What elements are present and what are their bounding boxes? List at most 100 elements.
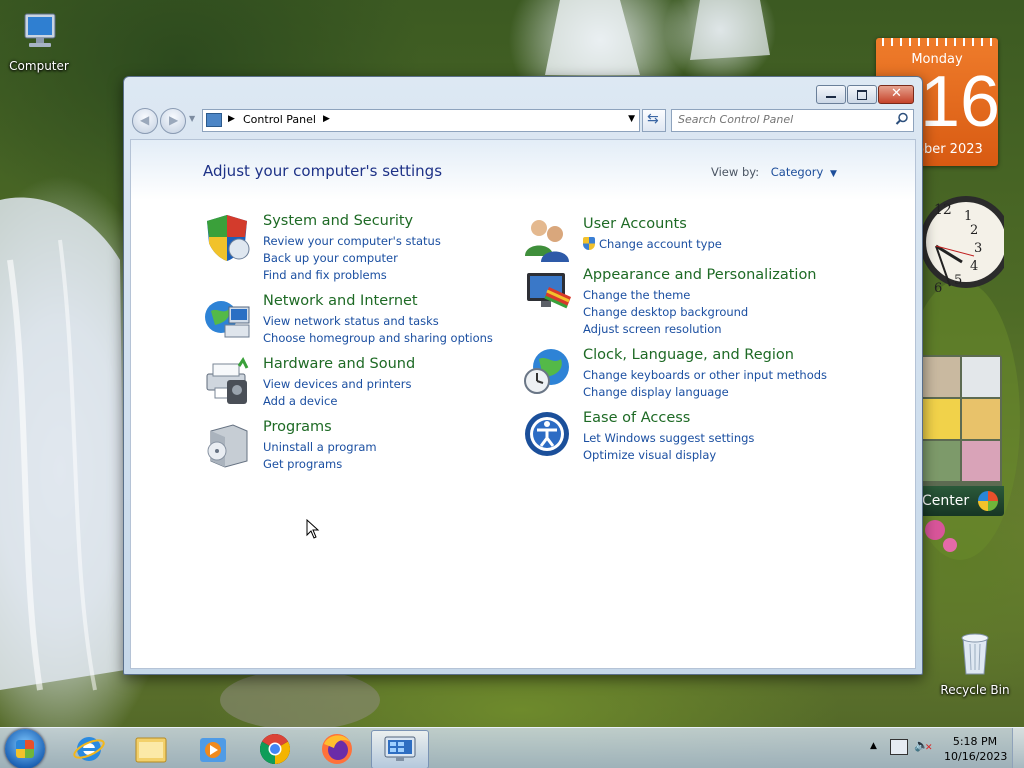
minimize-icon: [826, 96, 836, 98]
taskbar-media-player[interactable]: [186, 730, 240, 767]
windows-logo-icon: [978, 491, 998, 511]
programs-box-icon[interactable]: [203, 419, 253, 469]
category-link[interactable]: Change display language: [583, 385, 729, 399]
taskbar: ▲ 🔈 ✕ 5:18 PM 10/16/2023: [0, 727, 1024, 768]
category-link[interactable]: Find and fix problems: [263, 268, 387, 282]
address-dropdown-icon[interactable]: ▼: [628, 114, 635, 124]
recycle-bin-icon: [940, 630, 1010, 681]
breadcrumb-separator-icon[interactable]: ▶: [323, 114, 330, 124]
clock-gadget[interactable]: 12 1 2 3 4 5 6: [920, 186, 1012, 306]
shield-icon[interactable]: [203, 213, 253, 263]
maximize-button[interactable]: [847, 85, 877, 104]
refresh-icon: ⇆: [647, 111, 659, 127]
category-link[interactable]: Let Windows suggest settings: [583, 431, 754, 445]
show-desktop-button[interactable]: [1012, 728, 1024, 768]
taskbar-control-panel[interactable]: [371, 730, 429, 768]
address-bar[interactable]: ▶ Control Panel ▶ ▼: [202, 109, 640, 132]
svg-text:3: 3: [974, 241, 982, 256]
network-tray-icon[interactable]: [890, 739, 908, 755]
taskbar-firefox[interactable]: [310, 730, 364, 767]
category-link[interactable]: Adjust screen resolution: [583, 322, 722, 336]
slideshow-tile: [922, 357, 960, 397]
chevron-down-icon[interactable]: ▼: [830, 169, 837, 179]
control-panel-window: ✕ ◀ ▶ ▼ ▶ Control Panel ▶ ▼ ⇆ Adjust you…: [123, 76, 923, 675]
category-link[interactable]: Review your computer's status: [263, 234, 441, 248]
svg-text:2: 2: [970, 223, 978, 238]
desktop-icon-computer[interactable]: Computer: [4, 10, 74, 73]
tray-date: 10/16/2023: [944, 750, 1008, 763]
category-link[interactable]: Change keyboards or other input methods: [583, 368, 827, 382]
taskbar-internet-explorer[interactable]: [62, 730, 116, 767]
category-link[interactable]: Change account type: [599, 237, 722, 251]
printer-icon[interactable]: [203, 356, 253, 406]
restore-icon: [857, 90, 867, 100]
view-by: View by: Category ▼: [711, 165, 837, 179]
svg-text:6: 6: [934, 281, 942, 296]
monitor-paint-icon[interactable]: [523, 267, 573, 317]
tray-clock[interactable]: 5:18 PM 10/16/2023: [944, 734, 1008, 764]
breadcrumb-separator-icon[interactable]: ▶: [228, 114, 235, 124]
mouse-cursor-icon: [306, 518, 320, 542]
category-link[interactable]: Optimize visual display: [583, 448, 716, 462]
category-link[interactable]: Change desktop background: [583, 305, 748, 319]
control-panel-content: Adjust your computer's settings View by:…: [130, 139, 916, 669]
calendar-date: 16: [920, 62, 998, 142]
category-heading[interactable]: Ease of Access: [583, 410, 690, 426]
back-button[interactable]: ◀: [132, 108, 158, 134]
category-link[interactable]: Change the theme: [583, 288, 690, 302]
media-player-icon: [200, 738, 226, 762]
category-heading[interactable]: User Accounts: [583, 216, 687, 232]
category-link[interactable]: Uninstall a program: [263, 440, 377, 454]
view-by-dropdown[interactable]: Category: [771, 165, 824, 179]
calendar-rings: [882, 38, 992, 46]
slideshow-tile: [962, 399, 1000, 439]
search-box[interactable]: [671, 109, 914, 132]
category-link[interactable]: View devices and printers: [263, 377, 411, 391]
category-heading[interactable]: Hardware and Sound: [263, 356, 415, 372]
category-link[interactable]: Back up your computer: [263, 251, 398, 265]
globe-clock-icon[interactable]: [523, 347, 573, 397]
slideshow-tile: [962, 357, 1000, 397]
users-icon[interactable]: [523, 216, 573, 266]
ease-of-access-icon[interactable]: [523, 410, 573, 460]
category-heading[interactable]: Network and Internet: [263, 293, 418, 309]
start-orb-icon[interactable]: [5, 729, 45, 768]
windows-logo-icon: [16, 740, 34, 758]
calendar-month: ober 2023: [916, 142, 983, 157]
refresh-button[interactable]: ⇆: [642, 109, 666, 132]
search-input[interactable]: [678, 112, 883, 127]
minimize-button[interactable]: [816, 85, 846, 104]
control-panel-small-icon: [206, 113, 222, 127]
volume-muted-x-icon: ✕: [925, 743, 933, 753]
chrome-icon: [259, 734, 291, 764]
taskbar-file-explorer[interactable]: [124, 730, 178, 767]
desktop-icon-recycle-bin[interactable]: Recycle Bin: [940, 630, 1010, 697]
back-arrow-icon: ◀: [140, 113, 150, 127]
svg-text:4: 4: [970, 259, 978, 274]
slideshow-tile: [922, 441, 960, 481]
svg-text:5: 5: [954, 273, 962, 288]
page-title: Adjust your computer's settings: [203, 162, 443, 180]
category-link[interactable]: Get programs: [263, 457, 342, 471]
breadcrumb-control-panel[interactable]: Control Panel: [243, 113, 316, 126]
category-link[interactable]: Add a device: [263, 394, 337, 408]
category-heading[interactable]: System and Security: [263, 213, 413, 229]
category-heading[interactable]: Programs: [263, 419, 332, 435]
taskbar-chrome[interactable]: [248, 730, 302, 767]
search-icon[interactable]: [895, 112, 909, 129]
network-globe-icon[interactable]: [203, 293, 253, 343]
media-center-gadget[interactable]: Center: [920, 486, 1004, 516]
analog-clock-icon: 12 1 2 3 4 5 6: [920, 196, 1012, 296]
category-heading[interactable]: Clock, Language, and Region: [583, 347, 794, 363]
category-link[interactable]: Choose homegroup and sharing options: [263, 331, 493, 345]
svg-text:1: 1: [964, 209, 972, 224]
uac-shield-icon: [583, 237, 595, 250]
recent-pages-chevron-icon[interactable]: ▼: [189, 114, 195, 123]
file-explorer-icon: [135, 737, 167, 763]
category-link[interactable]: View network status and tasks: [263, 314, 439, 328]
show-hidden-icons-icon[interactable]: ▲: [870, 741, 877, 751]
close-button[interactable]: ✕: [878, 85, 914, 104]
forward-button[interactable]: ▶: [160, 108, 186, 134]
control-panel-icon: [384, 736, 416, 761]
category-heading[interactable]: Appearance and Personalization: [583, 267, 817, 283]
